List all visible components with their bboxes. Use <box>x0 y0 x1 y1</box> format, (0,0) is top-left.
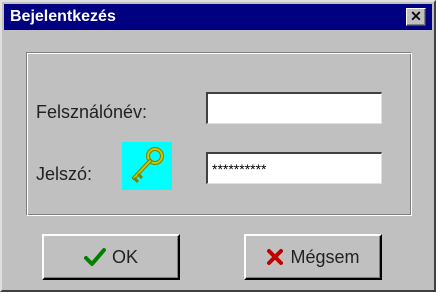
checkmark-icon <box>83 247 106 267</box>
window-title: Bejelentkezés <box>10 8 116 25</box>
close-button[interactable]: ✕ <box>406 8 426 26</box>
username-label: Felsználónév: <box>36 102 148 122</box>
username-input[interactable] <box>206 92 382 124</box>
key-icon <box>122 142 172 190</box>
login-dialog: Bejelentkezés ✕ Felsználónév: Jelszó: OK <box>0 0 436 292</box>
cancel-button[interactable]: Mégsem <box>244 234 382 280</box>
ok-button-label: OK <box>111 246 138 267</box>
login-group-box <box>26 52 412 216</box>
title-bar[interactable]: Bejelentkezés ✕ <box>4 4 432 30</box>
close-icon: ✕ <box>410 8 422 24</box>
password-input[interactable] <box>206 152 382 184</box>
cancel-button-label: Mégsem <box>290 246 360 267</box>
password-label: Jelszó: <box>36 164 93 184</box>
ok-button[interactable]: OK <box>42 234 180 280</box>
x-icon <box>266 248 284 266</box>
